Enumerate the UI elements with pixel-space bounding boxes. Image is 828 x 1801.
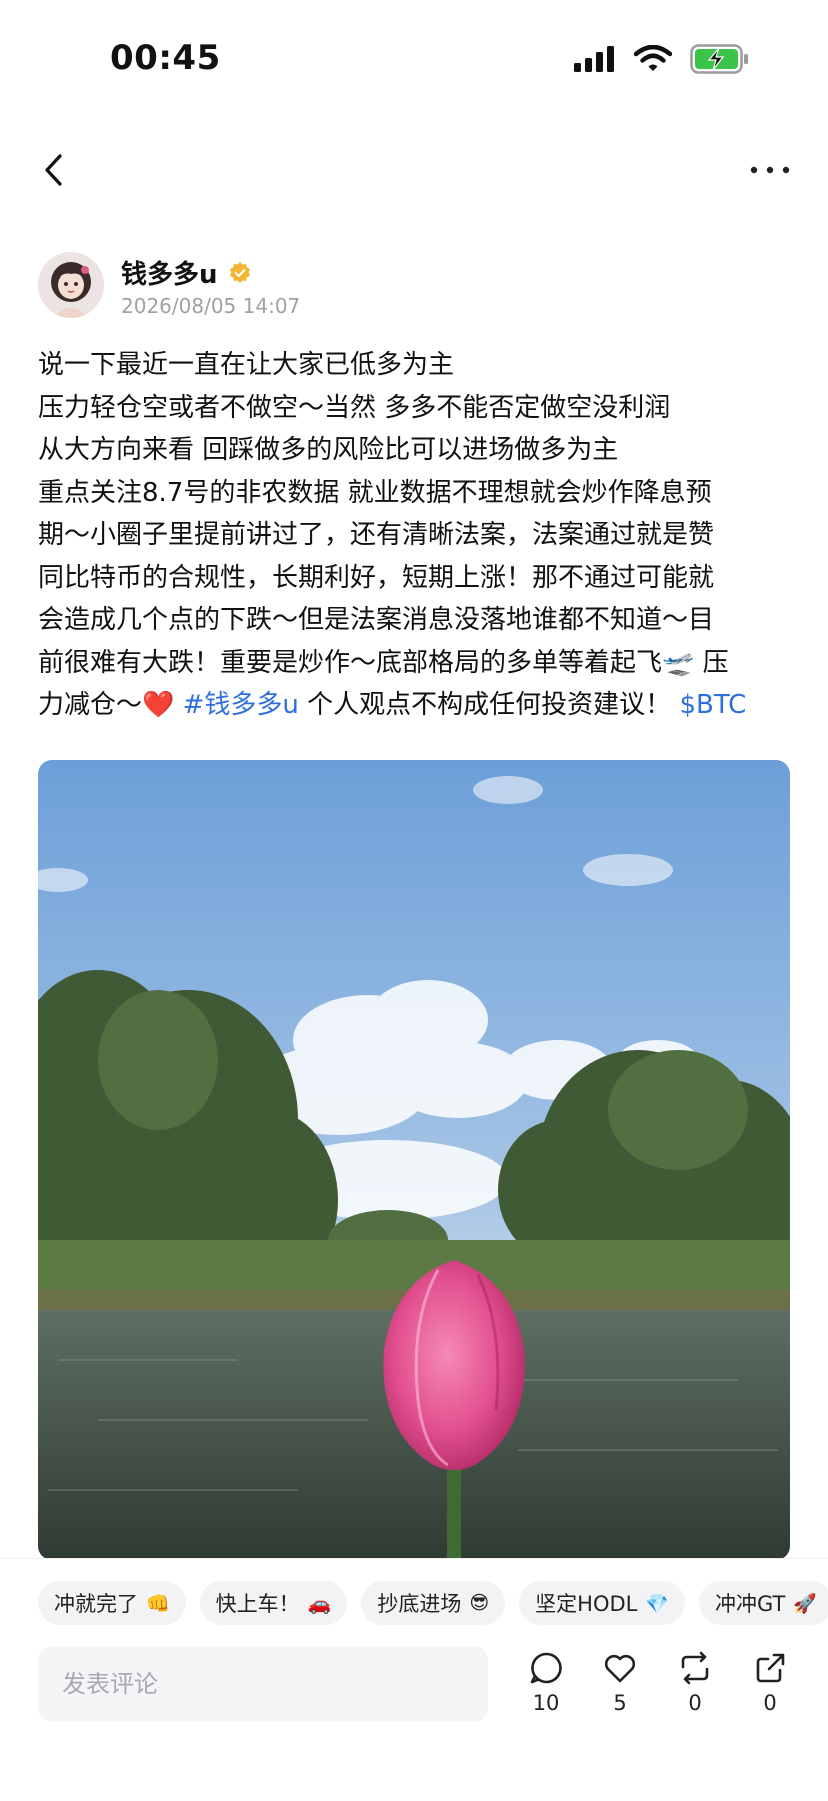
post-line: 重点关注8.7号的非农数据 就业数据不理想就会炒作降息预: [38, 477, 712, 508]
comment-count: 10: [532, 1691, 560, 1715]
more-dots-icon: [750, 166, 790, 174]
quick-reply-chip[interactable]: 冲冲GT 🚀: [699, 1581, 828, 1625]
wifi-icon: [634, 45, 672, 71]
more-button[interactable]: [742, 146, 798, 194]
hashtag-link[interactable]: #钱多多u: [183, 690, 299, 720]
signal-icon: [574, 46, 614, 72]
repost-icon: [681, 1651, 709, 1685]
post-line: 说一下最近一直在让大家已低多为主: [38, 350, 455, 380]
quick-reply-chips: 冲就完了 👊 快上车！ 🚗 抄底进场 😎 坚定HODL 💎 冲冲GT 🚀: [38, 1581, 828, 1627]
verified-badge-icon: [229, 261, 250, 283]
post-line: 同比特币的合规性，长期利好，短期上涨！那不通过可能就: [38, 562, 715, 593]
post-line: 从大方向来看 回踩做多的风险比可以进场做多为主: [38, 435, 619, 465]
like-button[interactable]: 5: [590, 1651, 650, 1715]
share-count: 0: [763, 1691, 777, 1715]
author-name-row: 钱多多u: [121, 254, 252, 291]
comment-icon: [530, 1652, 562, 1684]
like-count: 5: [613, 1691, 627, 1715]
post-line: 压力轻仓空或者不做空～当然 多多不能否定做空没利润: [38, 392, 671, 423]
avatar[interactable]: [38, 252, 104, 318]
status-icons: [574, 44, 750, 74]
nav-bar: [0, 140, 828, 200]
share-icon: [756, 1653, 785, 1683]
post-line: 期～小圈子里提前讲过了，还有清晰法案，法案通过就是赞: [38, 520, 715, 550]
post-line: 会造成几个点的下跌～但是法案消息没落地谁都不知道～目: [38, 605, 715, 635]
back-chevron-icon: [45, 154, 62, 186]
post-image[interactable]: [38, 760, 790, 1560]
quick-reply-chip[interactable]: 坚定HODL 💎: [519, 1581, 686, 1625]
gem-emoji-icon: 💎: [645, 1592, 670, 1615]
battery-charging-icon: [690, 44, 748, 74]
repost-count: 0: [688, 1691, 702, 1715]
post-line-prefix: 力减仓～❤️: [38, 690, 183, 720]
post-line: 前很难有大跌！重要是炒作～底部格局的多单等着起飞🛫 压: [38, 647, 729, 678]
repost-button[interactable]: 0: [665, 1651, 725, 1715]
quick-reply-chip[interactable]: 冲就完了 👊: [38, 1581, 186, 1625]
author-name[interactable]: 钱多多u: [121, 254, 218, 291]
ticker-link[interactable]: $BTC: [679, 690, 746, 720]
rocket-emoji-icon: 🚀: [793, 1592, 818, 1615]
quick-reply-chip[interactable]: 抄底进场 😎: [361, 1581, 506, 1625]
quick-reply-chip[interactable]: 快上车！ 🚗: [199, 1581, 348, 1625]
author-header: 钱多多u 2026/08/05 14:07: [38, 252, 798, 322]
status-time: 00:45: [110, 38, 221, 78]
status-bar: 00:45: [0, 0, 828, 120]
post-last-line: 力减仓～❤️ #钱多多u 个人观点不构成任何投资建议！ $BTC: [38, 684, 798, 727]
post-time: 2026/08/05 14:07: [121, 294, 301, 318]
back-button[interactable]: [30, 146, 78, 194]
post-body: 说一下最近一直在让大家已低多为主 压力轻仓空或者不做空～当然 多多不能否定做空没…: [38, 344, 798, 727]
heart-icon: [604, 1654, 636, 1683]
share-button[interactable]: 0: [740, 1651, 800, 1715]
sunglasses-emoji-icon: 😎: [469, 1592, 490, 1614]
comment-button[interactable]: 10: [516, 1651, 576, 1715]
car-emoji-icon: 🚗: [307, 1592, 332, 1615]
comment-input[interactable]: [38, 1647, 488, 1721]
post-line-disclaimer: 个人观点不构成任何投资建议！: [298, 690, 680, 720]
fist-emoji-icon: 👊: [146, 1592, 170, 1615]
bottom-panel: 冲就完了👊 快上车！🚗 抄底进场😎 坚定HODL💎 冲冲GT🚀 10 5 0 0: [0, 1558, 828, 1801]
